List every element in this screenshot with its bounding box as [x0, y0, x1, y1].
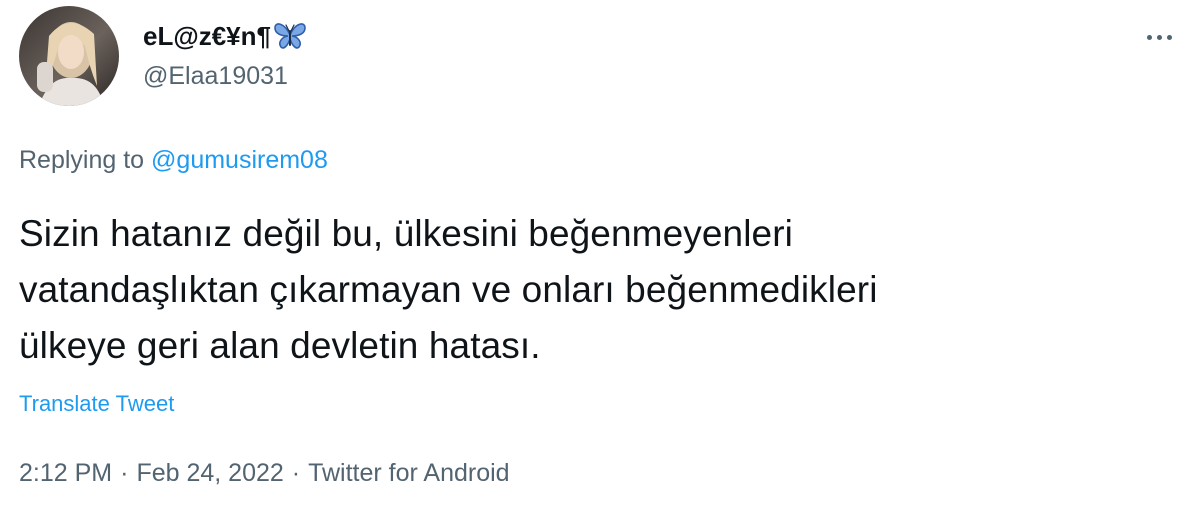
- meta-separator: ·: [120, 459, 129, 487]
- tweet-text-line: Sizin hatanız değil bu, ülkesini beğenme…: [19, 213, 793, 254]
- meta-separator: ·: [291, 459, 301, 487]
- user-handle[interactable]: @Elaa19031: [143, 60, 307, 92]
- author-names: eL@z€¥n¶ @Elaa19031: [143, 20, 307, 92]
- translate-tweet-link[interactable]: Translate Tweet: [19, 389, 174, 419]
- tweet-text-line: vatandaşlıktan çıkarmayan ve onları beğe…: [19, 269, 878, 310]
- dot: [1156, 34, 1162, 40]
- more-options-icon[interactable]: [1139, 22, 1179, 52]
- tweet-header: eL@z€¥n¶ @Elaa19031: [19, 6, 1179, 106]
- avatar[interactable]: [19, 6, 119, 106]
- tweet-text-line: ülkeye geri alan devletin hatası.: [19, 325, 541, 366]
- dot: [1146, 34, 1152, 40]
- tweet-time[interactable]: 2:12 PM: [19, 459, 112, 487]
- display-name-text: eL@z€¥n¶: [143, 21, 271, 51]
- display-name[interactable]: eL@z€¥n¶: [143, 20, 307, 52]
- tweet-card: eL@z€¥n¶ @Elaa19031 Replying to @gumusir…: [0, 0, 1200, 510]
- tweet-source[interactable]: Twitter for Android: [308, 459, 509, 487]
- replying-to-label: Replying to: [19, 146, 145, 174]
- reply-mention-link[interactable]: @gumusirem08: [151, 146, 328, 174]
- tweet-date[interactable]: Feb 24, 2022: [136, 459, 283, 487]
- butterfly-emoji-icon: [273, 21, 307, 51]
- tweet-metadata: 2:12 PM · Feb 24, 2022 · Twitter for Android: [19, 456, 510, 490]
- dot: [1166, 34, 1172, 40]
- tweet-text: Sizin hatanız değil bu, ülkesini beğenme…: [19, 206, 1169, 374]
- replying-to: Replying to @gumusirem08: [19, 144, 328, 176]
- profile-photo-avatar: [19, 6, 119, 106]
